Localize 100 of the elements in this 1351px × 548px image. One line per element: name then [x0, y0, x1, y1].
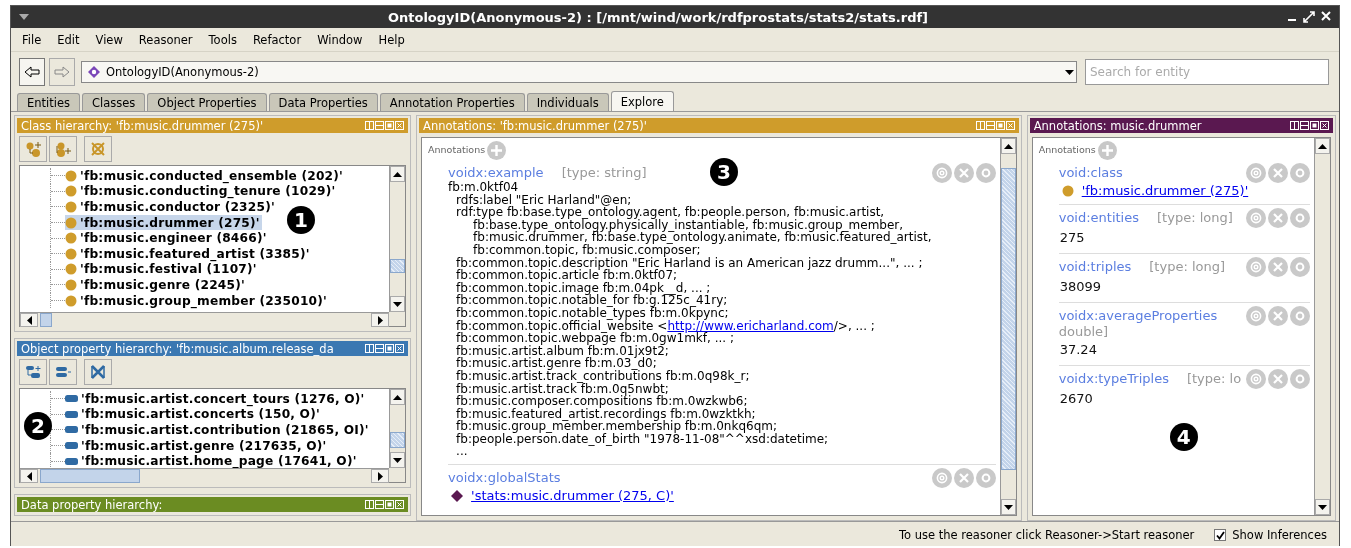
back-button[interactable] [19, 58, 45, 86]
entity-link[interactable]: 'stats:music.drummer (275, C)' [471, 490, 674, 503]
toolbar-button[interactable] [49, 136, 77, 162]
toolbar-button[interactable] [19, 136, 47, 162]
scrollbar[interactable] [1314, 138, 1330, 515]
up-arrow-icon[interactable] [1318, 143, 1327, 149]
down-arrow-icon[interactable] [1318, 504, 1327, 510]
left-arrow-icon[interactable] [26, 315, 32, 325]
tree-item[interactable]: 'fb:music.artist.contribution (21865, OI)' [65, 422, 371, 438]
edit-button[interactable] [1290, 256, 1310, 277]
menu-item[interactable]: Reasoner [130, 32, 201, 47]
scrollbar[interactable] [389, 166, 406, 312]
menu-item[interactable]: Tools [200, 32, 245, 47]
scroll-thumb[interactable] [40, 313, 52, 327]
annotate-button[interactable] [931, 163, 952, 183]
annotation-property[interactable]: voidx:example [448, 165, 544, 181]
delete-button[interactable] [1268, 207, 1288, 228]
edit-button[interactable] [1290, 163, 1310, 183]
annotate-button[interactable] [1246, 368, 1266, 389]
annotation-property[interactable]: voidx:averageProperties [1058, 307, 1218, 324]
scrollbar[interactable] [999, 138, 1016, 515]
tree-item[interactable]: 'fb:music.group_member (235010)' [65, 292, 329, 309]
split-view-icon[interactable] [1290, 121, 1299, 130]
toolbar-button[interactable] [49, 359, 77, 385]
down-arrow-icon[interactable] [1003, 504, 1013, 510]
menu-item[interactable]: Refactor [244, 32, 310, 47]
delete-button[interactable] [1268, 368, 1288, 389]
tab[interactable]: Annotation Properties [379, 93, 525, 111]
toolbar-button[interactable] [19, 359, 47, 385]
scroll-thumb[interactable] [390, 259, 406, 273]
tab[interactable]: Entities [17, 93, 81, 111]
checkbox[interactable] [1214, 529, 1227, 541]
annotation-property[interactable]: void:triples [1058, 258, 1132, 275]
tab[interactable]: Explore [610, 91, 674, 111]
up-arrow-icon[interactable] [393, 394, 403, 400]
minimize-view-icon[interactable] [1300, 121, 1309, 130]
right-arrow-icon[interactable] [377, 471, 383, 481]
menu-item[interactable]: Help [370, 32, 413, 47]
tree-item[interactable]: 'fb:music.artist.concerts (150, O)' [65, 406, 322, 423]
annotation-property[interactable]: voidx:globalStats [448, 470, 561, 487]
menu-caret-icon[interactable] [19, 14, 29, 20]
toolbar-button[interactable] [84, 136, 112, 162]
tree-item[interactable]: 'fb:music.engineer (8466)' [65, 230, 269, 246]
down-arrow-icon[interactable] [393, 457, 403, 463]
up-arrow-icon[interactable] [1003, 143, 1013, 149]
tab[interactable]: Data Properties [268, 93, 378, 111]
website-link[interactable]: http://www.ericharland.com [667, 318, 834, 333]
edit-button[interactable] [975, 163, 996, 183]
tree-item[interactable]: 'fb:music.festival (1107)' [65, 261, 259, 278]
delete-button[interactable] [953, 163, 974, 183]
edit-button[interactable] [1290, 207, 1310, 228]
maximize-view-icon[interactable] [1310, 121, 1319, 130]
menu-item[interactable]: View [87, 32, 131, 47]
tab[interactable]: Individuals [526, 93, 609, 111]
edit-button[interactable] [1290, 368, 1310, 389]
entity-link[interactable]: 'fb:music.drummer (275)' [1081, 185, 1249, 198]
up-arrow-icon[interactable] [393, 171, 403, 177]
tree-item[interactable]: 'fb:music.featured_artist (3385)' [65, 245, 312, 262]
annotate-button[interactable] [1246, 207, 1266, 228]
scrollbar[interactable] [20, 312, 390, 327]
scrollbar[interactable] [389, 389, 406, 468]
annotate-button[interactable] [931, 468, 952, 489]
search-field[interactable]: Search for entity [1085, 59, 1329, 85]
annotation-property[interactable]: void:entities [1058, 209, 1139, 226]
annotate-button[interactable] [1246, 256, 1266, 277]
tree-item[interactable]: 'fb:music.conductor (2325)' [65, 199, 277, 215]
menu-item[interactable]: Window [309, 32, 371, 47]
delete-button[interactable] [953, 468, 974, 489]
delete-button[interactable] [1268, 305, 1288, 326]
tree-item[interactable]: 'fb:music.artist.home_page (17641, O)' [65, 453, 359, 468]
tree-item[interactable]: 'fb:music.genre (2245)' [65, 277, 247, 293]
tree-item[interactable]: 'fb:music.drummer (275)' [65, 214, 262, 231]
scroll-thumb[interactable] [40, 469, 140, 483]
tree-item[interactable]: 'fb:music.conducting_tenure (1029)' [65, 183, 338, 200]
scroll-thumb[interactable] [1000, 168, 1016, 470]
edit-button[interactable] [975, 468, 996, 489]
annotation-property[interactable]: void:class [1058, 165, 1123, 181]
annotate-button[interactable] [1246, 305, 1266, 326]
scrollbar[interactable] [20, 468, 390, 483]
menu-item[interactable]: Edit [49, 32, 88, 47]
left-arrow-icon[interactable] [26, 471, 32, 481]
tab[interactable]: Classes [82, 93, 146, 111]
toolbar-button[interactable] [84, 359, 112, 385]
tree-item[interactable]: 'fb:music.artist.genre (217635, O)' [65, 437, 329, 454]
menu-item[interactable]: File [14, 32, 50, 47]
ontology-dropdown[interactable]: OntologyID(Anonymous-2) [81, 61, 1077, 83]
add-annotation-button[interactable] [487, 140, 507, 160]
delete-button[interactable] [1268, 256, 1288, 277]
delete-button[interactable] [1268, 163, 1288, 183]
resize-icon[interactable] [1303, 11, 1315, 23]
right-arrow-icon[interactable] [377, 315, 383, 325]
tree-item[interactable]: 'fb:music.conducted_ensemble (202)' [65, 168, 345, 184]
tab[interactable]: Object Properties [147, 93, 267, 111]
add-annotation-button[interactable] [1097, 140, 1117, 160]
close-icon[interactable] [1321, 11, 1331, 21]
annotation-property[interactable]: voidx:typeTriples [1058, 370, 1169, 387]
down-arrow-icon[interactable] [393, 301, 403, 307]
tree-item[interactable]: 'fb:music.artist.concert_tours (1276, O)' [65, 391, 367, 407]
edit-button[interactable] [1290, 305, 1310, 326]
annotate-button[interactable] [1246, 163, 1266, 183]
